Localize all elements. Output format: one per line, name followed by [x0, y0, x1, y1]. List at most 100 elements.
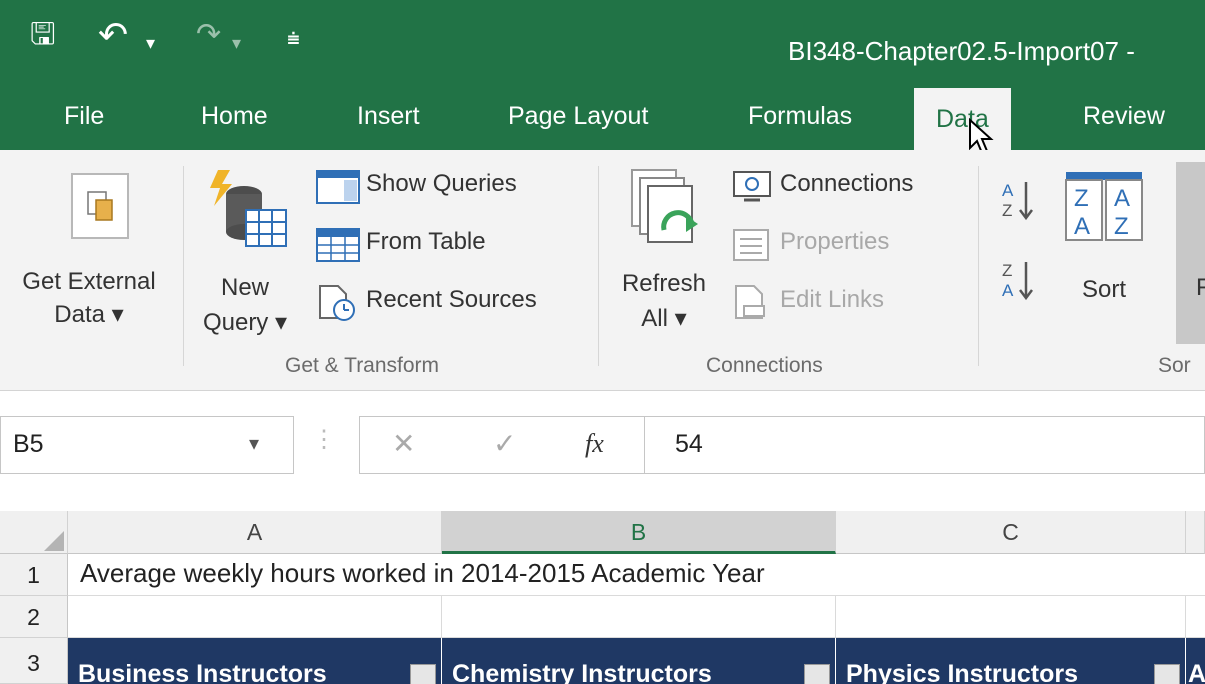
filter-dropdown-icon[interactable]: [410, 664, 436, 684]
new-query-icon: [210, 170, 287, 247]
tab-review[interactable]: Review: [1083, 102, 1165, 131]
refresh-all-button[interactable]: Refresh All ▾: [606, 160, 722, 345]
name-box-value: B5: [13, 430, 44, 458]
formula-input[interactable]: 54: [645, 416, 1205, 474]
group-separator: [183, 166, 184, 366]
get-external-data-button[interactable]: Get External Data ▾: [4, 160, 174, 340]
formula-bar-grip-icon[interactable]: ⋮: [312, 425, 336, 454]
refresh-all-icon: [631, 169, 698, 243]
table-header-business[interactable]: Business Instructors: [68, 638, 442, 684]
redo-dropdown-icon[interactable]: ▾: [232, 26, 241, 60]
sort-z-to-a-button[interactable]: Z A: [998, 254, 1042, 306]
filter-label-partial: F: [1196, 274, 1205, 301]
group-separator: [978, 166, 979, 366]
formula-bar: B5 ▾ ⋮ ✕ ✓ fx 54: [0, 391, 1205, 511]
undo-icon[interactable]: ↶: [98, 17, 128, 53]
recent-sources-label: Recent Sources: [366, 286, 537, 313]
row-header-1[interactable]: 1: [0, 554, 68, 596]
table-header-chemistry-label: Chemistry Instructors: [452, 660, 712, 684]
formula-value: 54: [675, 430, 703, 458]
get-external-data-label-2: Data ▾: [54, 301, 124, 328]
svg-text:Z: Z: [1002, 261, 1012, 280]
insert-function-icon[interactable]: fx: [585, 429, 604, 459]
table-header-physics[interactable]: Physics Instructors: [836, 638, 1186, 684]
cell-a1-text: Average weekly hours worked in 2014-2015…: [80, 558, 765, 588]
row-header-3[interactable]: 3: [0, 638, 68, 684]
recent-sources-icon: [319, 285, 355, 321]
cell-b2[interactable]: [442, 596, 836, 638]
filter-dropdown-icon[interactable]: [1154, 664, 1180, 684]
cell-a2[interactable]: [68, 596, 442, 638]
edit-links-label: Edit Links: [780, 286, 885, 313]
sort-icon: Z A A Z: [1065, 172, 1143, 241]
formula-buttons: ✕ ✓ fx: [359, 416, 645, 474]
cancel-icon[interactable]: ✕: [392, 427, 415, 460]
name-box[interactable]: B5 ▾: [0, 416, 294, 474]
table-header-business-label: Business Instructors: [78, 660, 327, 684]
table-header-chemistry[interactable]: Chemistry Instructors: [442, 638, 836, 684]
enter-icon[interactable]: ✓: [493, 427, 516, 460]
tab-file[interactable]: File: [64, 102, 104, 131]
ribbon-panel: Get External Data ▾ New Query ▾ Show Que…: [0, 150, 1205, 391]
edit-links-icon: [735, 285, 765, 319]
sort-button[interactable]: Z A A Z Sort: [1058, 166, 1150, 346]
filter-dropdown-icon[interactable]: [804, 664, 830, 684]
sort-z-to-a-icon: Z A: [1002, 261, 1033, 301]
refresh-all-label-2: All ▾: [641, 305, 687, 332]
cell-c2[interactable]: [836, 596, 1186, 638]
properties-label: Properties: [780, 228, 890, 255]
svg-text:A: A: [1002, 281, 1014, 300]
sort-a-to-z-button[interactable]: A Z: [998, 174, 1042, 226]
name-box-dropdown-icon[interactable]: ▾: [249, 431, 259, 456]
select-all-corner[interactable]: [0, 511, 68, 554]
undo-dropdown-icon[interactable]: ▾: [146, 26, 155, 60]
new-query-button[interactable]: New Query ▾: [190, 160, 300, 345]
cell-d2[interactable]: [1186, 596, 1205, 638]
get-external-data-icon: [71, 173, 129, 239]
column-header-b[interactable]: B: [442, 511, 836, 554]
table-header-partial[interactable]: A: [1186, 638, 1205, 684]
tab-insert[interactable]: Insert: [357, 102, 420, 131]
tab-data[interactable]: Data: [914, 88, 1011, 150]
table-header-partial-label: A: [1188, 660, 1205, 684]
group-separator: [598, 166, 599, 366]
new-query-label-2: Query ▾: [202, 309, 288, 336]
column-header-d[interactable]: [1186, 511, 1205, 554]
refresh-all-label: Refresh: [621, 270, 707, 297]
connections-icon: [733, 171, 771, 202]
window-title: BI348-Chapter02.5-Import07 -: [788, 36, 1135, 66]
row-header-2[interactable]: 2: [0, 596, 68, 638]
svg-text:Z: Z: [1114, 213, 1129, 240]
from-table-label: From Table: [366, 228, 486, 255]
from-table-icon: [316, 228, 360, 262]
worksheet-grid: A B C 1 Average weekly hours worked in 2…: [0, 511, 1205, 684]
title-bar: 🖫 ↶ ▾ ↷ ▾ ⩧ BI348-Chapter02.5-Import07 -: [0, 0, 1205, 88]
properties-icon: [733, 229, 769, 261]
sort-a-to-z-icon: A Z: [1002, 181, 1033, 221]
svg-text:A: A: [1114, 185, 1130, 212]
cell-a1[interactable]: Average weekly hours worked in 2014-2015…: [68, 554, 1205, 596]
redo-icon[interactable]: ↷: [196, 18, 221, 52]
filter-button[interactable]: F: [1176, 162, 1205, 344]
group-label-sort-filter: Sor: [1158, 354, 1191, 377]
table-header-physics-label: Physics Instructors: [846, 660, 1079, 684]
select-all-icon: [44, 531, 64, 551]
show-queries-label: Show Queries: [366, 170, 517, 197]
tab-formulas[interactable]: Formulas: [748, 102, 852, 131]
column-header-a[interactable]: A: [68, 511, 442, 554]
group-label-connections: Connections: [706, 354, 823, 377]
customize-qat-icon[interactable]: ⩧: [287, 22, 300, 56]
tab-page-layout[interactable]: Page Layout: [508, 102, 648, 131]
ribbon-tab-bar: File Home Insert Page Layout Formulas Da…: [0, 88, 1205, 155]
save-icon[interactable]: 🖫: [30, 18, 56, 52]
svg-text:A: A: [1074, 213, 1090, 240]
get-external-data-label: Get External: [22, 268, 156, 295]
svg-text:Z: Z: [1002, 201, 1012, 220]
show-queries-icon: [316, 170, 360, 204]
group-label-get-transform: Get & Transform: [285, 354, 440, 377]
new-query-label: New: [220, 274, 269, 301]
connections-label: Connections: [780, 170, 914, 197]
tab-home[interactable]: Home: [201, 102, 268, 131]
column-header-c[interactable]: C: [836, 511, 1186, 554]
svg-text:A: A: [1002, 181, 1014, 200]
